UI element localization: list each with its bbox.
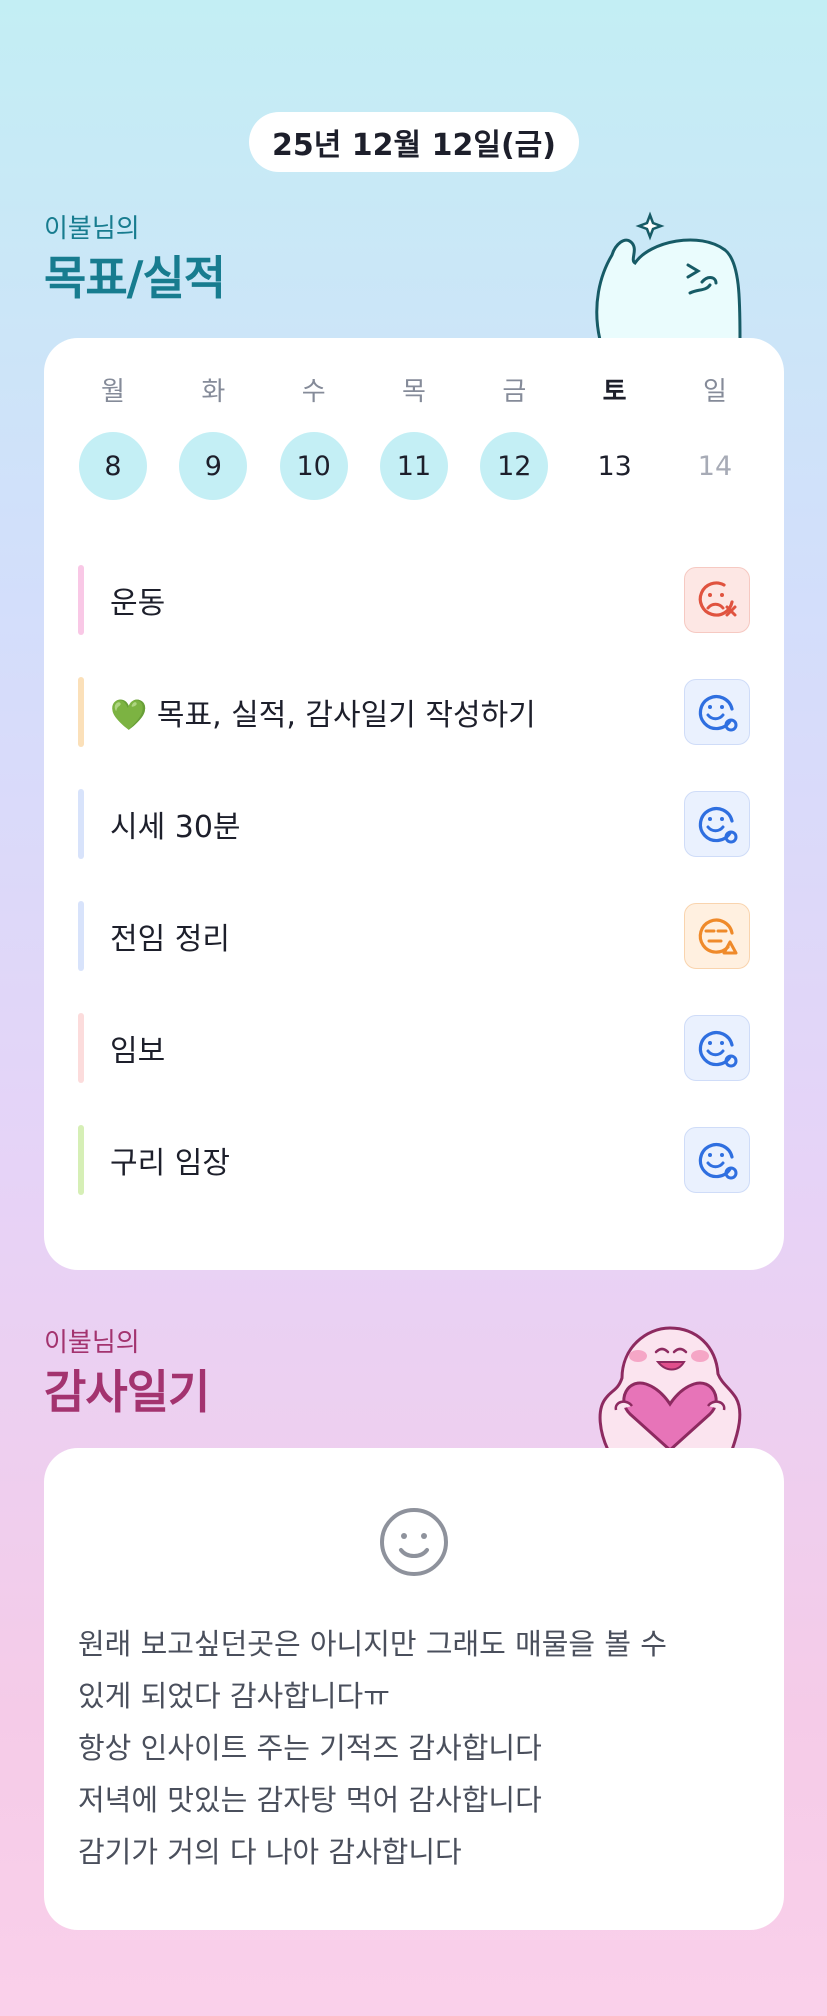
day-number-button[interactable]: 11 (379, 432, 448, 500)
gratitude-line: 항상 인사이트 주는 기적즈 감사합니다 (78, 1731, 542, 1765)
gratitude-line: 있게 되었다 감사합니다ㅠ (78, 1679, 390, 1713)
day-column[interactable]: 수 10 (279, 374, 349, 500)
day-number-button[interactable]: 14 (681, 432, 749, 500)
gratitude-title: 감사일기 (44, 1365, 210, 1419)
goal-label: 전임 정리 (110, 922, 230, 957)
day-name: 목 (402, 377, 426, 407)
goal-label: 운동 (110, 586, 166, 621)
goal-status-button[interactable] (684, 1015, 750, 1081)
gratitude-card: 원래 보고싶던곳은 아니지만 그래도 매물을 볼 수 있게 되었다 감사합니다ㅠ… (44, 1448, 784, 1930)
goal-label: 임보 (110, 1034, 166, 1069)
day-number-button[interactable]: 13 (581, 432, 649, 500)
day-name: 월 (101, 377, 125, 407)
goal-status-button[interactable] (684, 567, 750, 633)
goals-subtitle: 이불님의 (44, 214, 140, 244)
goal-label: 시세 30분 (110, 810, 241, 845)
day-column[interactable]: 목 11 (379, 374, 449, 500)
neutral-triangle-icon (698, 918, 738, 955)
day-column-today[interactable]: 토 13 (580, 374, 650, 500)
goal-label: 구리 임장 (110, 1146, 230, 1181)
goal-item[interactable]: 시세 30분 (78, 788, 750, 860)
goal-status-button[interactable] (684, 903, 750, 969)
smile-circle-icon (698, 695, 738, 732)
goal-status-button[interactable] (684, 791, 750, 857)
smile-circle-icon (698, 807, 738, 844)
goal-color-bar (78, 1013, 84, 1083)
ghost-mascot-icon (595, 211, 742, 340)
goal-item[interactable]: 임보 (78, 1012, 750, 1084)
day-name: 일 (703, 377, 727, 407)
date-text: 25년 12월 12일(금) (272, 128, 556, 163)
day-number-button[interactable]: 9 (179, 432, 248, 500)
goal-color-bar (78, 901, 84, 971)
sad-x-icon (698, 581, 737, 617)
day-column[interactable]: 화 9 (178, 374, 248, 500)
gratitude-subtitle: 이불님의 (44, 1328, 140, 1358)
smile-circle-icon (698, 1143, 738, 1180)
smile-circle-icon (698, 1031, 738, 1068)
day-column[interactable]: 일 14 (680, 374, 750, 500)
day-name: 금 (502, 377, 527, 407)
goals-card: 월 8 화 9 수 10 목 11 금 12 토 13 일 14 운동 💚 목표… (44, 338, 784, 1270)
day-column[interactable]: 월 8 (78, 374, 148, 500)
goal-label: 💚 목표, 실적, 감사일기 작성하기 (110, 698, 536, 733)
goal-color-bar (78, 565, 84, 635)
smile-face-icon (380, 1508, 448, 1576)
week-calendar: 월 8 화 9 수 10 목 11 금 12 토 13 일 14 (78, 374, 750, 500)
goal-color-bar (78, 677, 84, 747)
goal-color-bar (78, 789, 84, 859)
day-number-button[interactable]: 10 (279, 432, 348, 500)
goal-item[interactable]: 운동 (78, 564, 750, 636)
goals-title: 목표/실적 (44, 251, 226, 305)
day-name: 화 (201, 377, 226, 407)
day-column[interactable]: 금 12 (479, 374, 549, 500)
goal-item[interactable]: 전임 정리 (78, 900, 750, 972)
gratitude-text: 원래 보고싶던곳은 아니지만 그래도 매물을 볼 수 있게 되었다 감사합니다ㅠ… (78, 1618, 758, 1878)
goal-status-button[interactable] (684, 1127, 750, 1193)
day-name: 토 (602, 377, 627, 407)
day-number-button[interactable]: 8 (79, 432, 147, 500)
date-badge: 25년 12월 12일(금) (249, 112, 579, 172)
goal-item[interactable]: 💚 목표, 실적, 감사일기 작성하기 (78, 676, 750, 748)
heart-mascot-icon (598, 1326, 742, 1450)
goal-color-bar (78, 1125, 84, 1195)
goal-item[interactable]: 구리 임장 (78, 1124, 750, 1196)
gratitude-line: 저녁에 맛있는 감자탕 먹어 감사합니다 (78, 1783, 542, 1817)
gratitude-line: 감기가 거의 다 나아 감사합니다 (78, 1835, 462, 1869)
day-name: 수 (301, 377, 326, 407)
goal-status-button[interactable] (684, 679, 750, 745)
gratitude-line: 원래 보고싶던곳은 아니지만 그래도 매물을 볼 수 (78, 1627, 667, 1661)
day-number-button[interactable]: 12 (480, 432, 549, 500)
